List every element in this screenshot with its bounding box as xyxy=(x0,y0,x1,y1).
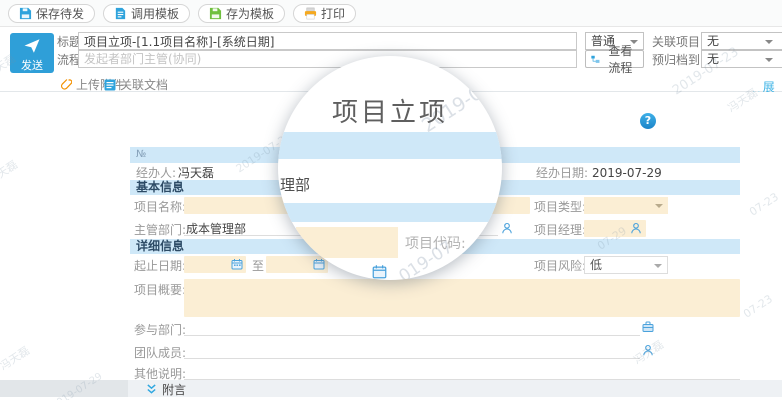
risk-select[interactable]: 低 xyxy=(584,256,668,274)
document-icon xyxy=(104,79,116,91)
magnified-required-field xyxy=(296,227,398,258)
start-date-calendar-icon[interactable] xyxy=(231,258,243,270)
chevron-down-icon xyxy=(654,264,662,268)
view-flow-button[interactable]: 查看流程 xyxy=(585,50,644,68)
view-flow-label: 查看流程 xyxy=(603,42,638,76)
project-name-label: 项目名称: xyxy=(134,200,186,214)
prearchive-value: 无 xyxy=(707,52,719,66)
other-label: 其他说明: xyxy=(134,367,186,381)
oa-form-page: 保存待发 调用模板 存为模板 打印 发送 标题: 普通 关联项目: 无 xyxy=(0,0,782,400)
magnified-calendar-icon xyxy=(372,264,387,279)
prearchive-label: 预归档到: xyxy=(652,53,704,67)
title-input[interactable] xyxy=(78,32,577,50)
handle-date-value: 2019-07-29 xyxy=(592,166,662,180)
help-icon[interactable]: ? xyxy=(640,113,656,129)
risk-value: 低 xyxy=(590,258,602,272)
save-as-icon xyxy=(209,7,222,20)
participating-input[interactable] xyxy=(184,320,640,336)
magnified-band xyxy=(278,132,502,159)
save-as-template-button[interactable]: 存为模板 xyxy=(198,4,285,23)
related-project-select[interactable]: 无 xyxy=(701,32,782,50)
project-type-select[interactable] xyxy=(584,197,668,214)
prearchive-select[interactable]: 无 xyxy=(701,50,782,68)
send-label: 发送 xyxy=(10,60,54,72)
paperclip-icon xyxy=(60,78,72,91)
end-date-calendar-icon[interactable] xyxy=(313,258,325,270)
team-person-picker-icon[interactable] xyxy=(642,344,654,356)
chevron-down-icon xyxy=(765,58,773,62)
flow-icon xyxy=(591,54,600,65)
daterange-to-label: 至 xyxy=(252,259,264,273)
postscript-label: 附言 xyxy=(162,381,186,398)
chevron-down-icon xyxy=(655,204,663,208)
handle-date-label: 经办日期: xyxy=(536,166,588,180)
team-input[interactable] xyxy=(184,343,640,359)
pm-label: 项目经理: xyxy=(534,223,586,237)
call-template-button[interactable]: 调用模板 xyxy=(103,4,190,23)
double-chevron-down-icon xyxy=(146,384,157,395)
magnified-dept-fragment: 理部 xyxy=(280,174,310,195)
handler-value: 冯天磊 xyxy=(178,166,214,180)
handler-label: 经办人: xyxy=(136,166,176,180)
risk-label: 项目风险: xyxy=(534,259,586,273)
save-pending-label: 保存待发 xyxy=(36,5,84,22)
chevron-down-icon xyxy=(765,40,773,44)
bottom-bar-left xyxy=(0,380,128,397)
save-as-template-label: 存为模板 xyxy=(226,5,274,22)
print-button[interactable]: 打印 xyxy=(293,4,356,23)
flow-input[interactable] xyxy=(78,50,577,68)
dept-value: 成本管理部 xyxy=(186,222,246,236)
related-doc-link[interactable]: 关联文档 xyxy=(104,76,168,93)
participating-label: 参与部门: xyxy=(134,323,186,337)
summary-label: 项目概要: xyxy=(134,283,186,297)
summary-textarea[interactable] xyxy=(184,279,740,317)
magnified-form-title: 项目立项 xyxy=(278,92,502,129)
bottom-bar xyxy=(128,380,782,397)
paper-plane-icon xyxy=(23,37,41,55)
postscript-toggle[interactable]: 附言 xyxy=(146,381,186,398)
dept-person-picker-icon[interactable] xyxy=(501,222,513,234)
related-project-label: 关联项目: xyxy=(652,35,704,49)
daterange-label: 起止日期: xyxy=(134,259,186,273)
dept-label: 主管部门: xyxy=(134,223,186,237)
save-icon xyxy=(19,7,32,20)
pm-person-picker-icon[interactable] xyxy=(630,222,642,234)
call-template-label: 调用模板 xyxy=(131,5,179,22)
send-button[interactable]: 发送 xyxy=(10,33,54,73)
related-doc-label: 关联文档 xyxy=(120,76,168,93)
magnified-band xyxy=(278,203,502,222)
save-pending-button[interactable]: 保存待发 xyxy=(8,4,95,23)
project-type-label: 项目类型: xyxy=(534,200,586,214)
department-picker-icon[interactable] xyxy=(642,321,654,333)
template-icon xyxy=(114,7,127,20)
toolbar: 保存待发 调用模板 存为模板 打印 xyxy=(0,0,782,27)
other-input[interactable] xyxy=(184,364,740,380)
related-project-value: 无 xyxy=(707,34,719,48)
team-label: 团队成员: xyxy=(134,346,186,360)
magnified-code-label: 项目代码: xyxy=(405,233,466,253)
magnifier-circle: 2019-07-2 项目立项 理部 项目代码: 019-07 xyxy=(278,56,502,280)
print-icon xyxy=(304,7,317,20)
print-label: 打印 xyxy=(321,5,345,22)
